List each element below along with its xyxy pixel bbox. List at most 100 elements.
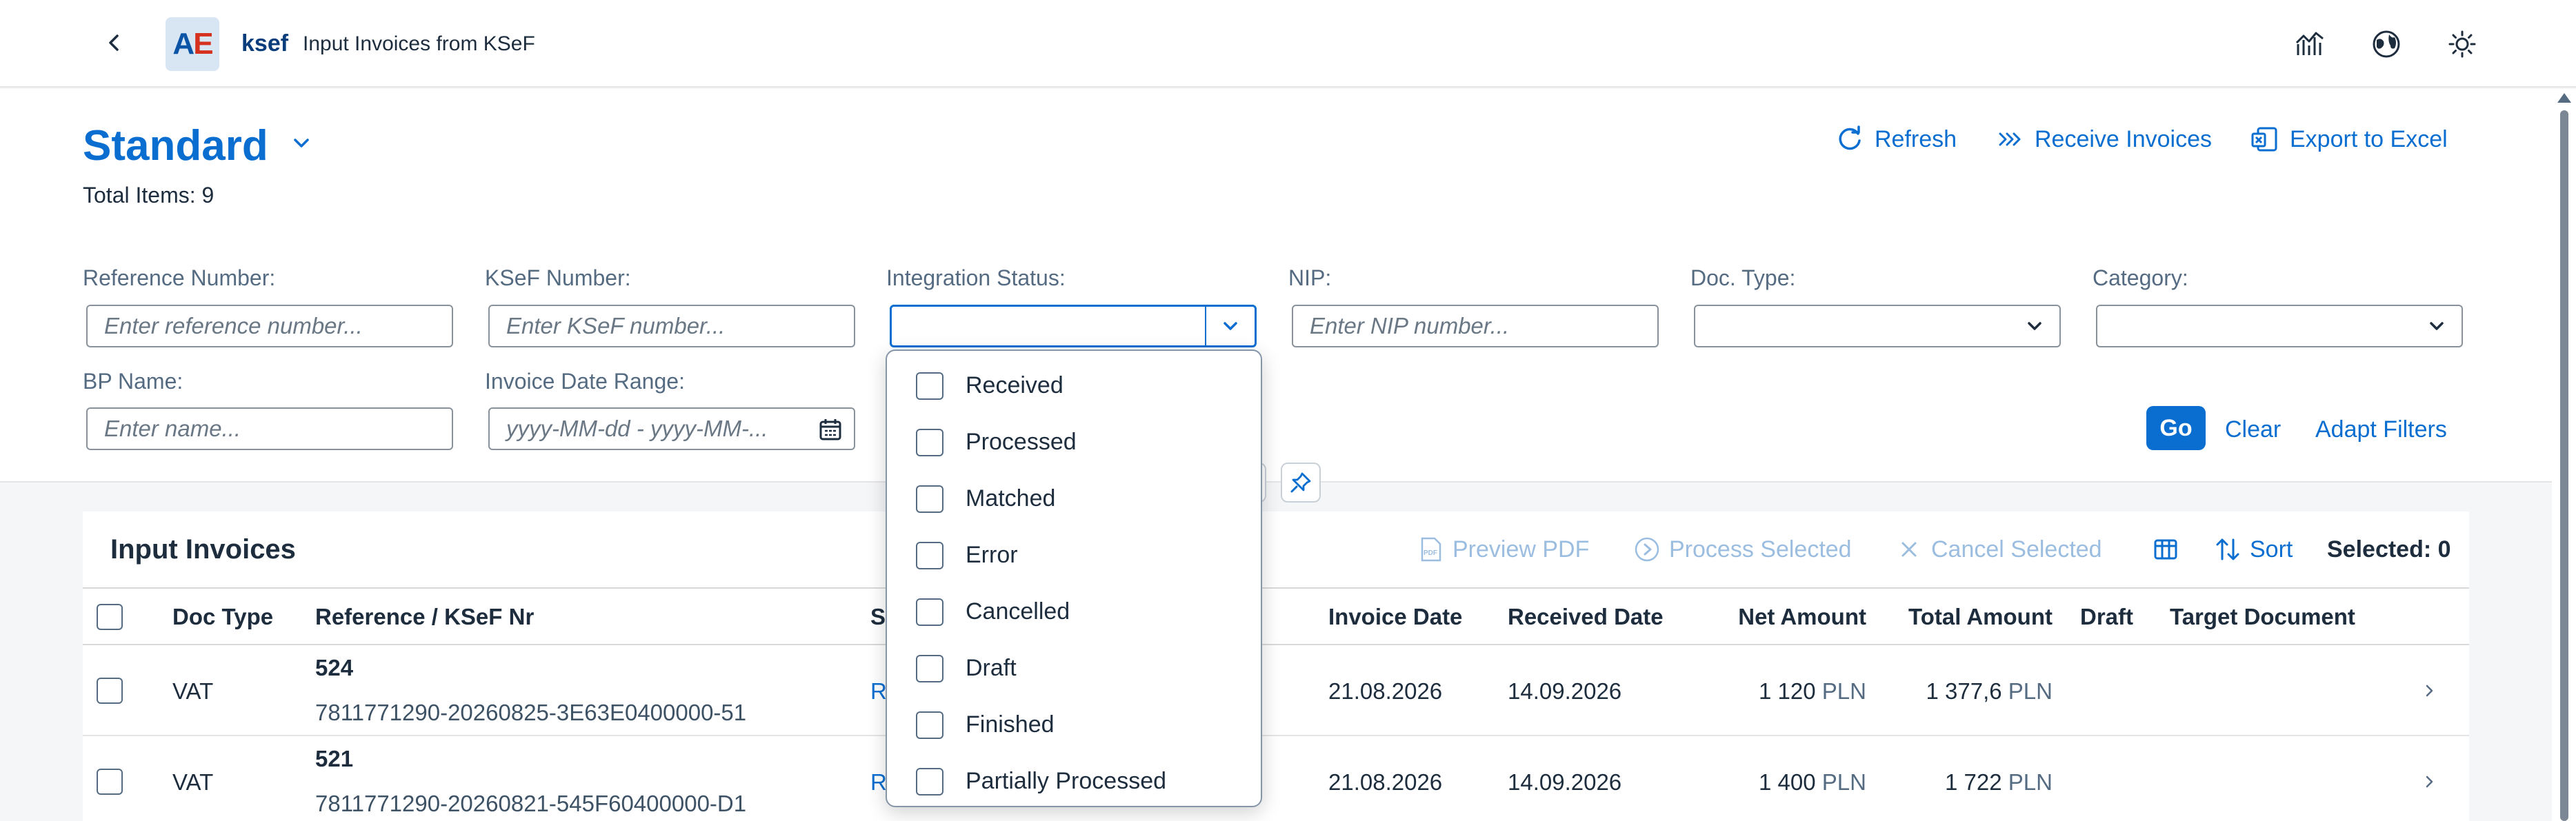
integration-status-label: Integration Status: <box>886 265 1066 290</box>
chevron-right-icon[interactable] <box>2419 681 2439 700</box>
cancel-selected-button[interactable]: Cancel Selected <box>1895 534 2102 565</box>
row-checkbox[interactable] <box>97 769 123 795</box>
back-icon[interactable] <box>102 30 127 55</box>
theme-icon[interactable] <box>2446 28 2479 61</box>
variant-title[interactable]: Standard <box>83 121 268 170</box>
scroll-up-arrow-icon[interactable] <box>2557 93 2571 103</box>
invoice-date-range-label: Invoice Date Range: <box>485 369 685 394</box>
status-cell[interactable]: R <box>870 769 887 795</box>
ksef-number-input[interactable]: Enter KSeF number... <box>488 305 855 347</box>
col-reference[interactable]: Reference / KSeF Nr <box>315 604 534 630</box>
option-label: Partially Processed <box>966 768 1167 794</box>
status-option-processed[interactable]: Processed <box>887 414 1264 470</box>
reference-number-label: Reference Number: <box>83 265 276 290</box>
col-draft[interactable]: Draft <box>2080 604 2133 630</box>
col-target-document[interactable]: Target Document <box>2170 604 2355 630</box>
process-selected-button[interactable]: Process Selected <box>1633 534 1852 565</box>
refresh-label: Refresh <box>1875 125 1957 152</box>
status-option-draft[interactable]: Draft <box>887 640 1264 696</box>
option-checkbox[interactable] <box>916 598 943 626</box>
option-label: Cancelled <box>966 598 1070 625</box>
total-amount-cell: 1 722 PLN <box>1876 769 2053 795</box>
status-option-error[interactable]: Error <box>887 527 1264 583</box>
invoice-date-cell: 21.08.2026 <box>1328 678 1443 704</box>
preview-pdf-button[interactable]: PDF Preview PDF <box>1417 534 1589 565</box>
option-checkbox[interactable] <box>916 655 943 682</box>
option-checkbox[interactable] <box>916 542 943 569</box>
integration-status-select[interactable] <box>890 305 1257 347</box>
reference-cell: 524 <box>315 655 354 680</box>
pin-header-button[interactable] <box>1281 463 1321 503</box>
option-checkbox[interactable] <box>916 372 943 400</box>
receive-invoices-label: Receive Invoices <box>2035 125 2213 152</box>
status-option-partially-processed[interactable]: Partially Processed <box>887 753 1264 809</box>
double-chevron-icon <box>1999 132 2021 146</box>
status-option-matched[interactable]: Matched <box>887 470 1264 527</box>
table-columns-icon <box>2154 539 2177 560</box>
table-row[interactable]: VAT 521 7811771290-20260821-545F60400000… <box>83 736 2469 821</box>
integration-status-dropdown-button[interactable] <box>1205 307 1255 345</box>
option-checkbox[interactable] <box>916 429 943 456</box>
col-received-date[interactable]: Received Date <box>1508 604 1664 630</box>
col-net-amount[interactable]: Net Amount <box>1697 604 1866 630</box>
category-dropdown-button[interactable] <box>2412 306 2462 346</box>
table-row[interactable]: VAT 524 7811771290-20260825-3E63E0400000… <box>83 645 2469 736</box>
sort-button[interactable]: Sort <box>2214 534 2293 565</box>
export-excel-button[interactable]: Export to Excel <box>2250 122 2448 156</box>
reference-number-input[interactable]: Enter reference number... <box>86 305 453 347</box>
play-circle-icon <box>1635 537 1659 562</box>
cancel-selected-label: Cancel Selected <box>1931 536 2102 562</box>
category-select[interactable] <box>2096 305 2463 347</box>
select-all-checkbox[interactable] <box>97 604 123 630</box>
col-status[interactable]: S <box>870 604 886 630</box>
table-settings-button[interactable] <box>2152 534 2179 565</box>
received-date-cell: 14.09.2026 <box>1508 678 1622 704</box>
col-doc-type[interactable]: Doc Type <box>172 604 273 630</box>
invoices-table-panel: Input Invoices PDF Preview PDF Process S… <box>83 511 2469 821</box>
net-currency: PLN <box>1821 678 1866 704</box>
option-label: Error <box>966 542 1018 568</box>
option-checkbox[interactable] <box>916 768 943 795</box>
status-option-cancelled[interactable]: Cancelled <box>887 583 1264 640</box>
net-amount-cell: 1 120 PLN <box>1697 678 1866 705</box>
adapt-filters-button[interactable]: Adapt Filters <box>2315 416 2447 443</box>
option-label: Received <box>966 372 1064 398</box>
globe-icon[interactable] <box>2370 28 2403 61</box>
category-label: Category: <box>2093 265 2188 290</box>
refresh-icon <box>1839 125 1861 150</box>
excel-icon <box>2251 127 2277 152</box>
clear-button[interactable]: Clear <box>2225 416 2281 443</box>
chevron-down-icon <box>2430 322 2444 330</box>
bp-name-input[interactable]: Enter name... <box>86 407 453 450</box>
doc-type-dropdown-button[interactable] <box>2010 306 2059 346</box>
nip-input[interactable]: Enter NIP number... <box>1292 305 1659 347</box>
doc-type-select[interactable] <box>1694 305 2061 347</box>
analytics-icon[interactable] <box>2294 28 2327 61</box>
logo-letter-a: A <box>172 27 194 61</box>
chevron-down-icon <box>1224 322 1237 330</box>
receive-invoices-button[interactable]: Receive Invoices <box>1995 122 2212 156</box>
row-checkbox[interactable] <box>97 678 123 704</box>
status-cell[interactable]: R <box>870 678 887 705</box>
col-invoice-date[interactable]: Invoice Date <box>1328 604 1462 630</box>
status-option-finished[interactable]: Finished <box>887 696 1264 753</box>
app-logo[interactable]: AE <box>166 17 219 71</box>
option-label: Draft <box>966 655 1017 681</box>
option-checkbox[interactable] <box>916 485 943 513</box>
total-amount-cell: 1 377,6 PLN <box>1876 678 2053 705</box>
page-header: Standard Total Items: 9 Refresh Receive … <box>0 89 2552 483</box>
scrollbar-thumb[interactable] <box>2560 110 2568 821</box>
chevron-down-icon[interactable] <box>290 132 313 155</box>
status-option-received[interactable]: Received <box>887 357 1264 414</box>
chevron-right-icon[interactable] <box>2419 772 2439 791</box>
net-amount-cell: 1 400 PLN <box>1697 769 1866 795</box>
doc-type-label: Doc. Type: <box>1690 265 1796 290</box>
invoice-date-range-input[interactable]: yyyy-MM-dd - yyyy-MM-... <box>488 407 855 450</box>
go-button[interactable]: Go <box>2146 406 2206 450</box>
option-checkbox[interactable] <box>916 711 943 739</box>
bp-name-label: BP Name: <box>83 369 183 394</box>
calendar-icon[interactable] <box>818 417 843 442</box>
col-total-amount[interactable]: Total Amount <box>1876 604 2053 630</box>
refresh-button[interactable]: Refresh <box>1835 122 1957 156</box>
nip-label: NIP: <box>1288 265 1332 290</box>
